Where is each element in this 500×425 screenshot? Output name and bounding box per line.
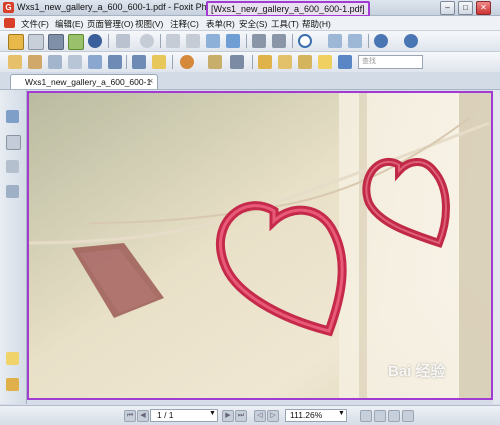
zoom-dropdown-icon[interactable]: ▼ xyxy=(338,410,345,417)
document-icon[interactable] xyxy=(208,55,222,69)
navigation-panel xyxy=(0,90,27,404)
image-icon[interactable] xyxy=(108,55,122,69)
menu-help[interactable]: 帮助(H) xyxy=(302,18,331,30)
page-dropdown-icon[interactable]: ▼ xyxy=(209,410,216,417)
back-icon[interactable] xyxy=(140,34,154,48)
page-photo xyxy=(29,93,491,398)
vertical-scrollbar[interactable] xyxy=(493,90,500,404)
menu-security[interactable]: 安全(S) xyxy=(239,18,267,30)
watermark-logo: Bai 经验 xyxy=(388,363,446,380)
maximize-button[interactable]: □ xyxy=(458,1,473,15)
note-icon[interactable] xyxy=(258,55,272,69)
layers-icon[interactable] xyxy=(6,160,19,173)
close-button[interactable]: ✕ xyxy=(476,1,491,15)
paste-icon[interactable] xyxy=(226,34,240,48)
next-view-icon[interactable] xyxy=(186,34,200,48)
menu-comment[interactable]: 注释(C) xyxy=(170,18,199,30)
document-tab-label: Wxs1_new_gallery_a_600_600-1 xyxy=(25,77,152,87)
user-icon[interactable] xyxy=(180,55,194,69)
continuous-facing-icon[interactable] xyxy=(402,410,414,422)
highlight-icon[interactable] xyxy=(278,55,292,69)
open-icon[interactable] xyxy=(8,34,24,50)
title-bar: G Wxs1_new_gallery_a_600_600-1.pdf - Fox… xyxy=(0,0,500,17)
fit-page-icon[interactable] xyxy=(328,34,342,48)
previous-page-button[interactable]: ◀ xyxy=(137,410,149,422)
zoom-field[interactable]: 111.26% ▼ xyxy=(285,409,347,422)
stamp-icon[interactable] xyxy=(298,55,312,69)
status-bar: ⏮ ◀ 1 / 1 ▼ ▶ ⏭ ◁ ▷ 111.26% ▼ xyxy=(0,405,500,425)
hand-tool-icon[interactable] xyxy=(8,55,22,69)
tab-bar: Wxs1_new_gallery_a_600_600-1 × xyxy=(0,72,500,90)
pages-icon[interactable] xyxy=(6,135,21,150)
tab-close-icon[interactable]: × xyxy=(148,76,153,86)
typewriter-icon[interactable] xyxy=(88,55,102,69)
menu-page-management[interactable]: 页面管理(O) xyxy=(87,18,133,30)
title-highlight: [Wxs1_new_gallery_a_600_600-1.pdf] xyxy=(206,1,370,17)
comments-icon[interactable] xyxy=(6,352,19,365)
comment-icon[interactable] xyxy=(318,55,332,69)
previous-view-icon[interactable] xyxy=(166,34,180,48)
next-page-button[interactable]: ▶ xyxy=(222,410,234,422)
arrow-icon[interactable] xyxy=(338,55,352,69)
scan-icon[interactable] xyxy=(116,34,130,48)
menu-bar: 文件(F) 编辑(E) 页面管理(O) 视图(V) 注释(C) 表单(R) 安全… xyxy=(0,16,500,31)
menu-form[interactable]: 表单(R) xyxy=(206,18,235,30)
previous-view-button[interactable]: ◁ xyxy=(254,410,266,422)
menu-file[interactable]: 文件(F) xyxy=(21,18,49,30)
menu-edit[interactable]: 编辑(E) xyxy=(55,18,83,30)
menu-tools[interactable]: 工具(T) xyxy=(271,18,299,30)
window-title: Wxs1_new_gallery_a_600_600-1.pdf - Foxit… xyxy=(17,2,232,12)
next-view-button[interactable]: ▷ xyxy=(267,410,279,422)
email-icon[interactable] xyxy=(68,34,84,50)
menu-app-icon[interactable] xyxy=(4,18,15,28)
zoom-out-icon[interactable] xyxy=(374,34,388,48)
search-input[interactable]: 查找 xyxy=(358,55,423,69)
last-page-button[interactable]: ⏭ xyxy=(235,410,247,422)
select-tool-icon[interactable] xyxy=(48,55,62,69)
toolbar-standard xyxy=(0,31,500,52)
single-page-icon[interactable] xyxy=(360,410,372,422)
document-tab[interactable]: Wxs1_new_gallery_a_600_600-1 × xyxy=(10,74,158,89)
text-box-icon[interactable] xyxy=(132,55,146,69)
pencil-icon[interactable] xyxy=(152,55,166,69)
page-number-field[interactable]: 1 / 1 ▼ xyxy=(150,409,218,422)
zoom-value: 111.26% xyxy=(290,410,323,420)
globe-icon[interactable] xyxy=(88,34,102,48)
minimize-button[interactable]: – xyxy=(440,1,455,15)
attachments-icon[interactable] xyxy=(6,185,19,198)
redo-icon[interactable] xyxy=(272,34,286,48)
zoom-in-icon[interactable] xyxy=(404,34,418,48)
document-page[interactable] xyxy=(27,91,493,400)
select-text-icon[interactable] xyxy=(28,55,42,69)
print-icon[interactable] xyxy=(48,34,64,50)
app-icon: G xyxy=(3,2,14,13)
first-page-button[interactable]: ⏮ xyxy=(124,410,136,422)
fit-width-icon[interactable] xyxy=(348,34,362,48)
copy-icon[interactable] xyxy=(206,34,220,48)
undo-icon[interactable] xyxy=(252,34,266,48)
facing-icon[interactable] xyxy=(388,410,400,422)
save-icon[interactable] xyxy=(28,34,44,50)
snapshot-icon[interactable] xyxy=(68,55,82,69)
zoom-icon[interactable] xyxy=(298,34,312,48)
bookmarks-icon[interactable] xyxy=(6,110,19,123)
paperclip-icon[interactable] xyxy=(6,378,19,391)
continuous-icon[interactable] xyxy=(374,410,386,422)
page-number-value: 1 / 1 xyxy=(157,410,174,420)
menu-view[interactable]: 视图(V) xyxy=(135,18,163,30)
toolbar-tools: 查找 xyxy=(0,52,500,73)
lock-icon[interactable] xyxy=(230,55,244,69)
